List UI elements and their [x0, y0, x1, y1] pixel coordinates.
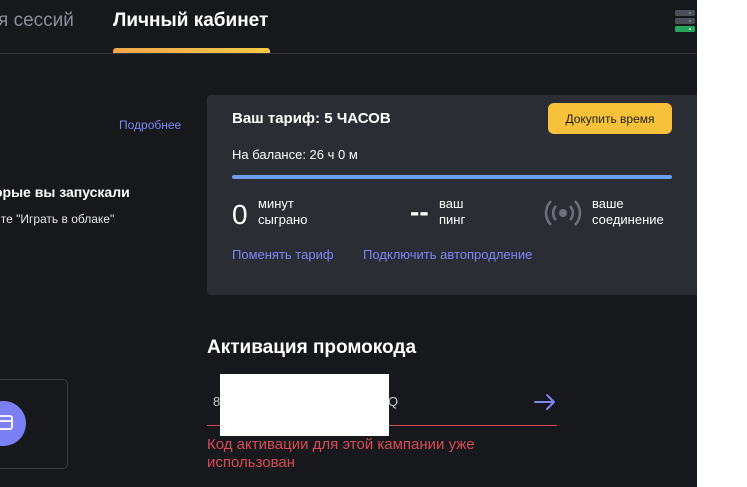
- ping-value: --: [410, 196, 429, 227]
- games-hint: ите "Играть в облаке": [0, 212, 115, 226]
- card-icon-circle: [0, 401, 26, 446]
- minutes-played-label: минут сыграно: [258, 196, 308, 227]
- connection-label: ваше соединение: [592, 196, 664, 227]
- change-tariff-link[interactable]: Поменять тариф: [232, 247, 334, 262]
- card-icon: [0, 415, 13, 430]
- promo-code-input[interactable]: 8 Q: [207, 374, 557, 436]
- minutes-played-value: 0: [232, 199, 248, 230]
- promo-title: Активация промокода: [207, 337, 417, 358]
- balance-progress-fill: [232, 175, 672, 179]
- promo-error-message: Код активации для этой кампании уже испо…: [207, 436, 475, 471]
- autorenew-link[interactable]: Подключить автопродление: [363, 247, 532, 262]
- tab-personal-cabinet[interactable]: Личный кабинет: [113, 10, 268, 32]
- tariff-card: Ваш тариф: 5 ЧАСОВ Докупить время На бал…: [207, 95, 697, 295]
- ping-label: ваш пинг: [439, 196, 466, 227]
- games-title: орые вы запускали: [0, 184, 130, 200]
- arrow-right-icon[interactable]: [533, 392, 557, 412]
- more-details-link[interactable]: Подробнее: [119, 118, 181, 132]
- page: я сессий Личный кабинет Подробнее орые в…: [0, 0, 747, 487]
- redacted-block: [220, 374, 389, 436]
- server-status-icon[interactable]: [674, 9, 696, 33]
- promo-code-value-end: Q: [388, 394, 399, 409]
- tab-sessions[interactable]: я сессий: [0, 10, 74, 32]
- tariff-title: Ваш тариф: 5 ЧАСОВ: [232, 110, 391, 127]
- right-blank-area: [697, 0, 747, 487]
- balance-progress-track: [232, 175, 672, 179]
- balance-text: На балансе: 26 ч 0 м: [232, 147, 358, 162]
- buy-time-button[interactable]: Докупить время: [548, 103, 672, 134]
- top-divider: [0, 53, 697, 54]
- signal-icon: [544, 200, 582, 226]
